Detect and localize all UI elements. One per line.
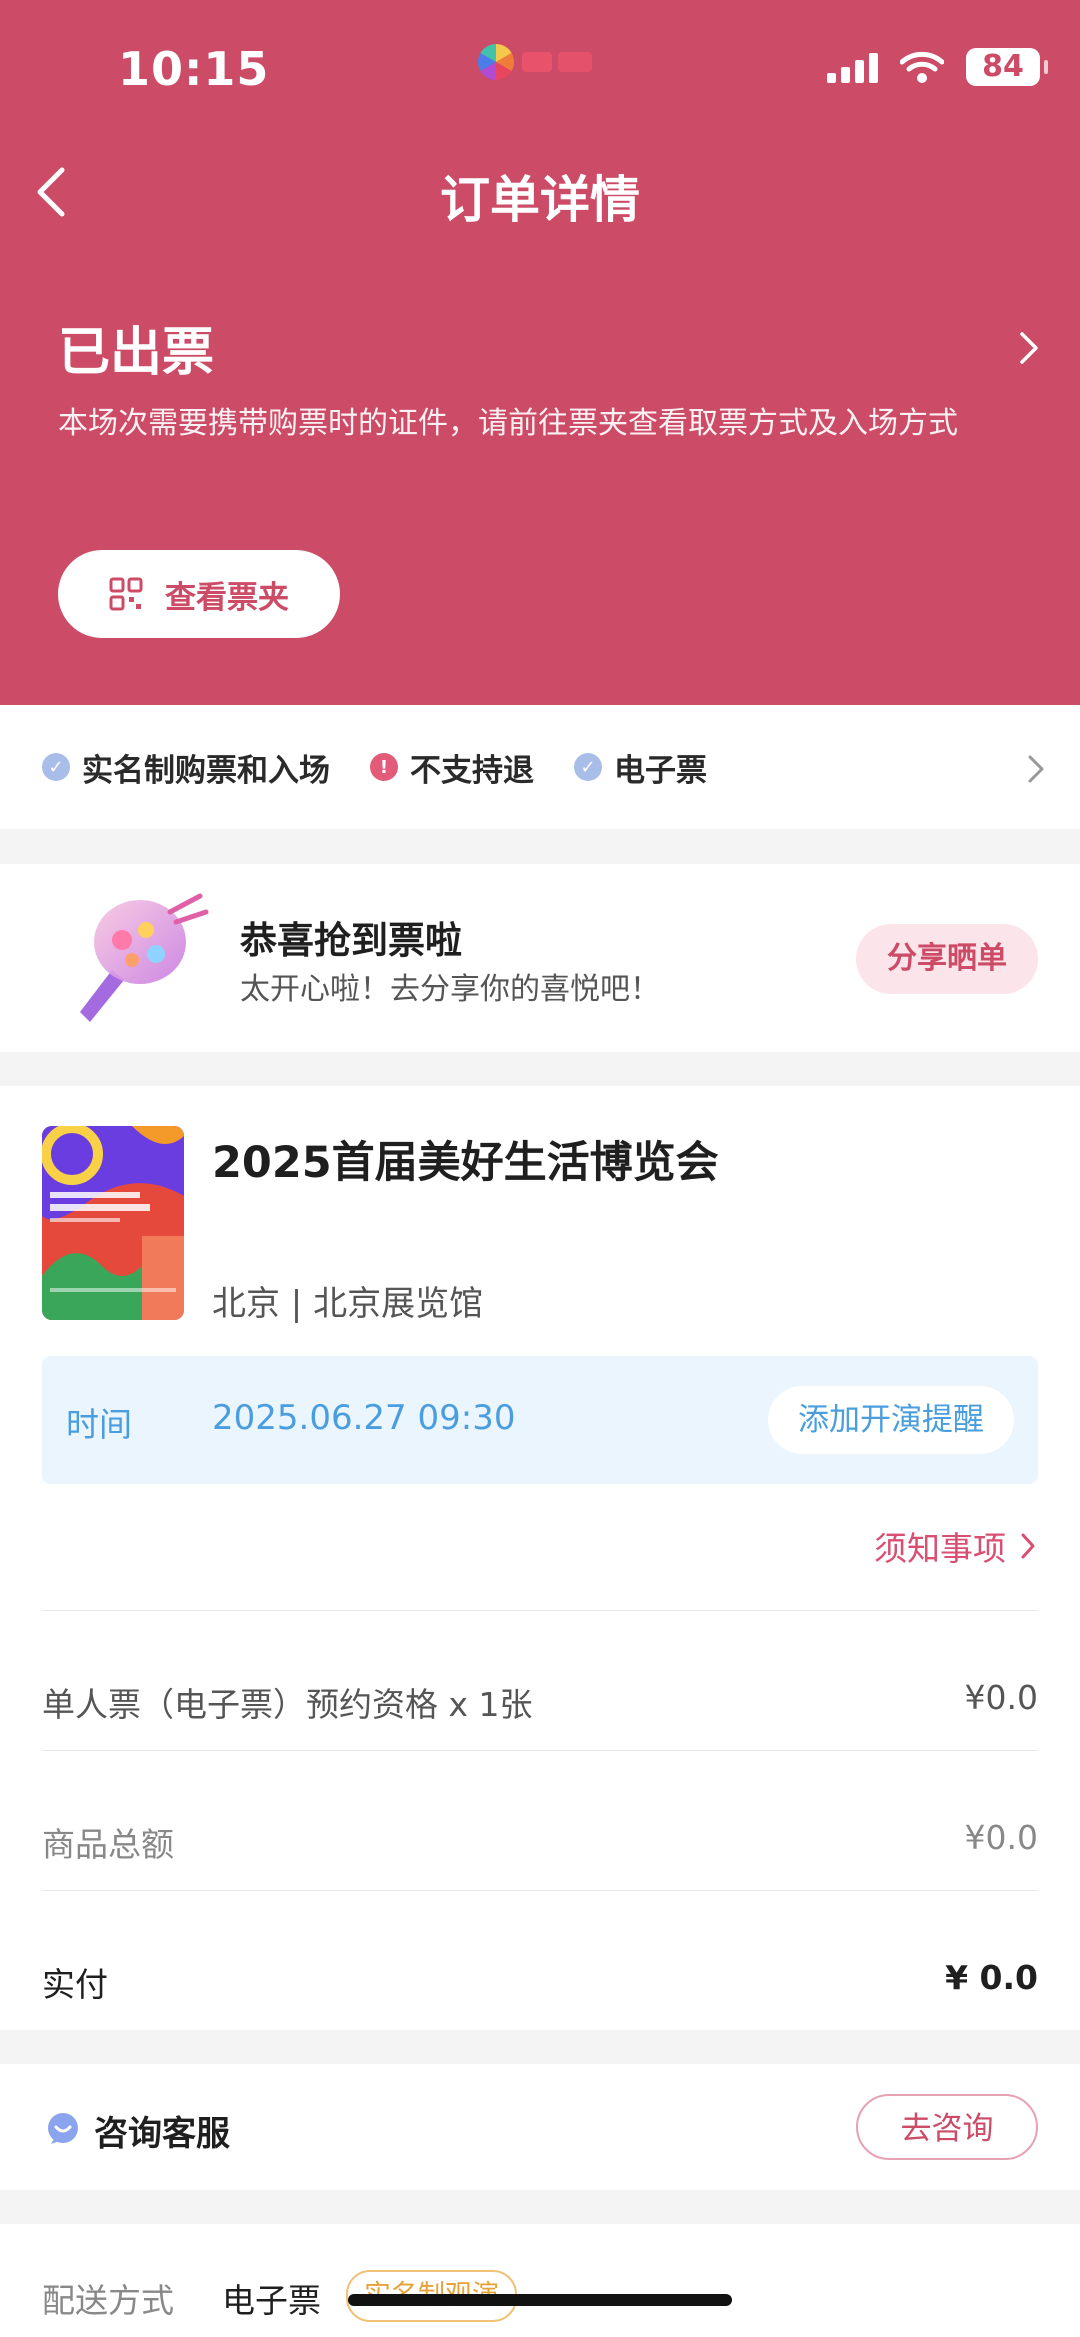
chat-bubble-icon <box>48 2113 78 2144</box>
home-indicator[interactable] <box>348 2294 732 2306</box>
order-status-title[interactable]: 已出票 <box>58 310 214 385</box>
chevron-right-icon <box>1021 1533 1035 1559</box>
policy-no-refund: ! 不支持退 <box>370 745 534 790</box>
battery-icon: 84 <box>966 48 1048 86</box>
policy-real-name: ✓ 实名制购票和入场 <box>42 745 330 790</box>
celebration-illustration <box>80 893 209 1022</box>
share-order-button[interactable]: 分享晒单 <box>856 924 1038 994</box>
event-poster[interactable] <box>42 1126 184 1320</box>
policy-label: 实名制购票和入场 <box>82 752 330 789</box>
share-card: 恭喜抢到票啦 太开心啦！去分享你的喜悦吧！ 分享晒单 <box>0 864 1080 1052</box>
paid-label: 实付 <box>42 1965 108 2004</box>
alert-icon: ! <box>370 753 398 781</box>
time-value: 2025.06.27 09:30 <box>212 1398 516 1438</box>
ticket-item-price: ¥0.0 <box>964 1678 1038 1717</box>
ticket-policy-row[interactable]: ✓ 实名制购票和入场 ! 不支持退 ✓ 电子票 <box>0 705 1080 829</box>
event-card: 2025首届美好生活博览会 北京 | 北京展览馆 时间 2025.06.27 0… <box>0 1086 1080 2030</box>
signal-icon <box>827 51 878 83</box>
chevron-right-icon[interactable] <box>1024 753 1048 785</box>
notice-link[interactable]: 须知事项 <box>874 1522 1038 1570</box>
policy-label: 不支持退 <box>410 752 534 789</box>
policy-e-ticket: ✓ 电子票 <box>574 745 707 790</box>
customer-service-card: 咨询客服 去咨询 <box>0 2064 1080 2190</box>
check-icon: ✓ <box>574 753 602 781</box>
share-title: 恭喜抢到票啦 <box>240 919 462 962</box>
page-title: 订单详情 <box>440 171 640 229</box>
app-logo-icon <box>477 43 592 81</box>
status-indicators: 84 <box>827 48 1048 86</box>
divider <box>42 1890 1038 1891</box>
delivery-label: 配送方式 <box>42 2281 174 2320</box>
status-time: 10:15 <box>118 42 270 96</box>
ticket-item-label: 单人票（电子票）预约资格 x 1张 <box>42 1685 533 1724</box>
order-status-header: 10:15 84 订单详情 已出票 本场次需要携带购票时的证件，请前往票夹查看取… <box>0 0 1080 705</box>
wifi-icon <box>900 51 944 83</box>
customer-service-label: 咨询客服 <box>94 2114 230 2154</box>
order-status-description: 本场次需要携带购票时的证件，请前往票夹查看取票方式及入场方式 <box>58 406 958 441</box>
check-icon: ✓ <box>42 753 70 781</box>
delivery-card: 配送方式 电子票 实名制观演 <box>0 2224 1080 2337</box>
add-reminder-button[interactable]: 添加开演提醒 <box>768 1386 1014 1454</box>
ticket-item-row: 单人票（电子票）预约资格 x 1张 ¥0.0 <box>42 1678 1038 1726</box>
divider <box>42 1750 1038 1751</box>
view-ticket-wallet-button[interactable]: 查看票夹 <box>58 550 340 638</box>
paid-value: ¥ 0.0 <box>945 1958 1038 1997</box>
subtotal-label: 商品总额 <box>42 1825 174 1864</box>
policy-label: 电子票 <box>614 752 707 789</box>
event-venue: 北京 | 北京展览馆 <box>212 1284 484 1324</box>
share-subtitle: 太开心啦！去分享你的喜悦吧！ <box>240 972 660 1007</box>
paid-row: 实付 ¥ 0.0 <box>42 1958 1038 2006</box>
notice-label: 须知事项 <box>874 1529 1006 1568</box>
delivery-value: 电子票 <box>222 2281 321 2320</box>
event-title[interactable]: 2025首届美好生活博览会 <box>212 1128 719 1190</box>
event-time-box: 时间 2025.06.27 09:30 添加开演提醒 <box>42 1356 1038 1484</box>
subtotal-value: ¥0.0 <box>964 1818 1038 1857</box>
consult-button[interactable]: 去咨询 <box>856 2094 1038 2160</box>
subtotal-row: 商品总额 ¥0.0 <box>42 1818 1038 1866</box>
view-ticket-wallet-label: 查看票夹 <box>165 579 289 616</box>
time-label: 时间 <box>66 1405 132 1444</box>
divider <box>42 1610 1038 1611</box>
qr-code-icon <box>109 577 143 611</box>
chevron-right-icon[interactable] <box>1014 328 1044 368</box>
